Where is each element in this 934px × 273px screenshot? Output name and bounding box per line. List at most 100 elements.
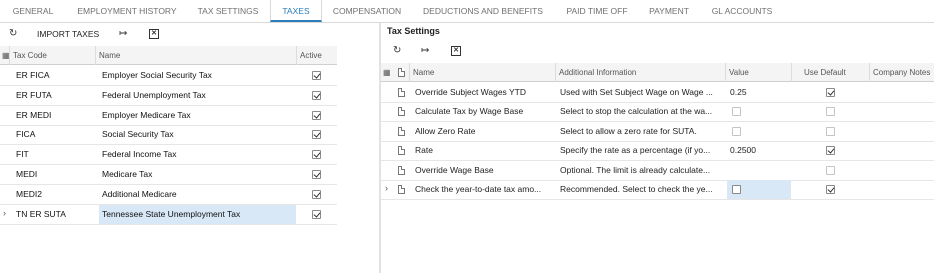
table-row[interactable]: Allow Zero Rate Select to allow a zero ra… — [381, 122, 934, 142]
setting-name-cell[interactable]: Rate — [412, 141, 555, 160]
value-cell[interactable] — [727, 102, 791, 121]
refresh-button[interactable]: ↻ — [393, 40, 401, 62]
tax-code-cell[interactable]: ER FUTA — [13, 86, 95, 105]
tab-taxes[interactable]: TAXES — [270, 0, 322, 22]
table-row[interactable]: › Check the year-to-date tax amo... Recomm… — [381, 180, 934, 200]
use-default-checkbox[interactable] — [826, 88, 835, 97]
tax-code-cell[interactable]: ER MEDI — [13, 106, 95, 125]
value-cell[interactable]: 0.25 — [727, 83, 791, 102]
column-use-default[interactable]: Use Default — [791, 63, 869, 82]
tab-paid-time-off[interactable]: PAID TIME OFF — [558, 0, 636, 22]
value-cell[interactable] — [727, 122, 791, 141]
document-icon[interactable] — [398, 107, 405, 117]
fit-columns-button[interactable]: ↦ — [119, 23, 127, 45]
active-checkbox[interactable] — [312, 71, 321, 80]
column-company-notes[interactable]: Company Notes — [869, 63, 934, 82]
additional-info-cell[interactable]: Select to allow a zero rate for SUTA. — [557, 122, 725, 141]
value-cell[interactable] — [727, 161, 791, 180]
table-row[interactable]: Override Subject Wages YTD Used with Set … — [381, 83, 934, 103]
tab-tax-settings[interactable]: TAX SETTINGS — [192, 0, 264, 22]
tax-name-cell[interactable]: Tennessee State Unemployment Tax — [99, 204, 296, 224]
active-checkbox[interactable] — [312, 130, 321, 140]
value-cell[interactable]: 0.2500 — [727, 141, 791, 160]
column-settings-icon[interactable]: ▦ — [383, 68, 391, 77]
use-default-checkbox[interactable] — [826, 146, 835, 156]
column-name[interactable]: Name — [409, 63, 555, 82]
tab-payment[interactable]: PAYMENT — [642, 0, 696, 22]
tax-name-cell[interactable]: Employer Social Security Tax — [99, 66, 296, 85]
active-checkbox[interactable] — [312, 209, 321, 219]
additional-info-cell[interactable]: Optional. The limit is already calculate… — [557, 161, 725, 180]
tax-name-cell[interactable]: Additional Medicare — [99, 185, 296, 204]
column-active[interactable]: Active — [296, 46, 337, 65]
setting-name-cell[interactable]: Allow Zero Rate — [412, 122, 555, 141]
table-row[interactable]: MEDI2 Additional Medicare — [0, 185, 337, 205]
document-icon[interactable] — [398, 126, 405, 136]
use-default-checkbox[interactable] — [826, 185, 835, 194]
tax-name-cell[interactable]: Social Security Tax — [99, 125, 296, 144]
table-row[interactable]: ER FICA Employer Social Security Tax — [0, 66, 337, 86]
active-checkbox[interactable] — [312, 170, 321, 179]
setting-name-cell[interactable]: Override Wage Base — [412, 161, 555, 180]
value-checkbox[interactable] — [732, 107, 741, 117]
additional-info-cell[interactable]: Used with Set Subject Wage on Wage ... — [557, 83, 725, 102]
additional-info-cell[interactable]: Specify the rate as a percentage (if yo.… — [557, 141, 725, 160]
table-row[interactable]: ER FUTA Federal Unemployment Tax — [0, 86, 337, 106]
tax-code-cell[interactable]: MEDI2 — [13, 185, 95, 204]
document-icon[interactable] — [398, 165, 405, 175]
table-row[interactable]: FIT Federal Income Tax — [0, 145, 337, 166]
tab-general[interactable]: GENERAL — [6, 0, 60, 22]
company-notes-cell[interactable] — [869, 102, 934, 121]
table-row[interactable]: MEDI Medicare Tax — [0, 165, 337, 185]
table-row[interactable]: FICA Social Security Tax — [0, 125, 337, 146]
tax-name-cell[interactable]: Federal Unemployment Tax — [99, 86, 296, 105]
tax-name-cell[interactable]: Federal Income Tax — [99, 145, 296, 164]
tax-code-cell[interactable]: ER FICA — [13, 66, 95, 85]
export-excel-button[interactable]: ✕ — [149, 23, 159, 45]
tab-employment-history[interactable]: EMPLOYMENT HISTORY — [68, 0, 186, 22]
table-row[interactable]: › TN ER SUTA Tennessee State Unemployment … — [0, 204, 337, 225]
tax-name-cell[interactable]: Medicare Tax — [99, 165, 296, 184]
column-name[interactable]: Name — [95, 46, 296, 65]
value-cell[interactable] — [727, 180, 791, 199]
active-checkbox[interactable] — [312, 150, 321, 160]
document-icon[interactable] — [398, 185, 405, 194]
document-icon[interactable] — [398, 146, 405, 156]
active-checkbox[interactable] — [312, 189, 321, 199]
tax-name-cell[interactable]: Employer Medicare Tax — [99, 106, 296, 125]
tab-compensation[interactable]: COMPENSATION — [326, 0, 408, 22]
table-row[interactable]: ER MEDI Employer Medicare Tax — [0, 106, 337, 126]
document-icon[interactable] — [398, 88, 405, 97]
value-checkbox[interactable] — [732, 185, 741, 194]
use-default-checkbox[interactable] — [826, 126, 835, 136]
table-row[interactable]: Override Wage Base Optional. The limit is… — [381, 161, 934, 181]
active-checkbox[interactable] — [312, 90, 321, 100]
tab-gl-accounts[interactable]: GL ACCOUNTS — [702, 0, 782, 22]
table-row[interactable]: Calculate Tax by Wage Base Select to stop… — [381, 102, 934, 123]
refresh-button[interactable]: ↻ — [9, 23, 17, 45]
import-taxes-button[interactable]: IMPORT TAXES — [37, 23, 99, 45]
value-checkbox[interactable] — [732, 126, 741, 136]
table-row[interactable]: Rate Specify the rate as a percentage (if… — [381, 141, 934, 162]
company-notes-cell[interactable] — [869, 180, 934, 199]
export-excel-button[interactable]: ✕ — [451, 40, 461, 62]
tax-code-cell[interactable]: TN ER SUTA — [13, 205, 95, 224]
column-additional-information[interactable]: Additional Information — [555, 63, 725, 82]
company-notes-cell[interactable] — [869, 122, 934, 141]
company-notes-cell[interactable] — [869, 83, 934, 102]
fit-columns-button[interactable]: ↦ — [421, 40, 429, 62]
column-value[interactable]: Value — [725, 63, 791, 82]
setting-name-cell[interactable]: Calculate Tax by Wage Base — [412, 102, 555, 121]
active-checkbox[interactable] — [312, 110, 321, 120]
column-tax-code[interactable]: Tax Code — [9, 46, 95, 65]
setting-name-cell[interactable]: Override Subject Wages YTD — [412, 83, 555, 102]
tax-code-cell[interactable]: FIT — [13, 145, 95, 164]
company-notes-cell[interactable] — [869, 161, 934, 180]
use-default-checkbox[interactable] — [826, 107, 835, 117]
company-notes-cell[interactable] — [869, 141, 934, 160]
tax-code-cell[interactable]: FICA — [13, 125, 95, 144]
additional-info-cell[interactable]: Select to stop the calculation at the wa… — [557, 102, 725, 121]
tab-deductions-and-benefits[interactable]: DEDUCTIONS AND BENEFITS — [416, 0, 550, 22]
setting-name-cell[interactable]: Check the year-to-date tax amo... — [412, 180, 555, 199]
use-default-checkbox[interactable] — [826, 165, 835, 175]
